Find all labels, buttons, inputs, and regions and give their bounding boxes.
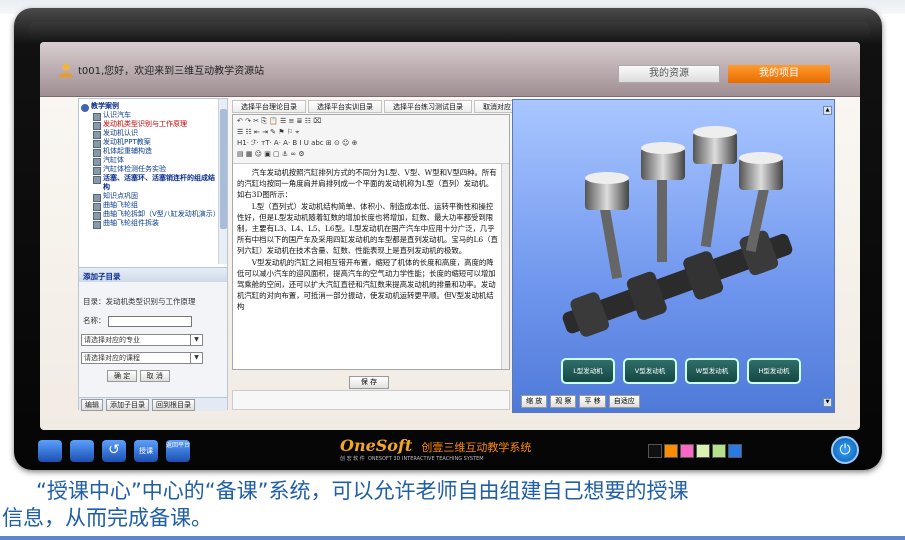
- toolbar-row[interactable]: ▤ ▦ ☺ ▣ ▢ ⚓ ∞ ⚙: [237, 149, 505, 160]
- scroll-up-icon[interactable]: ▲: [823, 106, 832, 115]
- confirm-button[interactable]: 确 定: [107, 370, 138, 382]
- editor-scrollbar[interactable]: [501, 164, 509, 369]
- rich-text-editor[interactable]: ↶ ↷ ✂ ⎘ 📋 ☰ ≡ ≣ ☷ ⌧ ☰ ☷ ⇤ ⇥ ✎ ⚑ ⚐ ⌖ H1· …: [232, 114, 510, 370]
- logo-main: OneSoft: [340, 436, 413, 455]
- engine-type-buttons: L型发动机 V型发动机 W型发动机 H型发动机: [561, 358, 801, 384]
- v-engine-button[interactable]: V型发动机: [623, 358, 677, 384]
- tree-item[interactable]: 认识汽车: [81, 111, 217, 121]
- tab-my-resources[interactable]: 我的资源: [618, 65, 720, 83]
- edit-button[interactable]: 编辑: [81, 399, 103, 411]
- logo-chinese: 创壹三维互动教学系统: [421, 441, 532, 454]
- zoom-button[interactable]: 缩 放: [521, 395, 548, 408]
- swatch-green[interactable]: [712, 444, 726, 458]
- catalog-tree: 教学案例 认识汽车 发动机类型识别与工作原理 发动机认识 发动机PPT教案 机体…: [79, 99, 227, 264]
- editor-paragraph: 汽车发动机按照汽缸排列方式的不同分为L型、V型、W型和V型四种。所有的汽缸均按同…: [237, 168, 497, 200]
- name-label: 名称：: [83, 316, 106, 325]
- form-title: 添加子目录: [79, 268, 227, 282]
- major-select[interactable]: 请选择对应的专业 ▼: [81, 334, 203, 346]
- tree-item-selected[interactable]: 发动机类型识别与工作原理: [81, 120, 217, 130]
- tree-item[interactable]: 曲轴飞轮拆卸（V型八缸发动机演示）: [81, 210, 220, 220]
- course-select[interactable]: 请选择对应的课程 ▼: [81, 352, 203, 364]
- tab-my-projects[interactable]: 我的项目: [728, 65, 830, 83]
- back-to-root-button[interactable]: 回到根目录: [152, 399, 195, 411]
- engine-crankshaft-image: [562, 126, 793, 337]
- theme-swatches: [648, 444, 742, 458]
- tree-root[interactable]: 教学案例: [81, 102, 217, 112]
- bottom-actions: 编辑 添加子目录 回到根目录: [79, 397, 227, 411]
- observe-button[interactable]: 观 察: [550, 395, 577, 408]
- tree-item[interactable]: 发动机PPT教案: [81, 138, 217, 148]
- tree-item[interactable]: 机体起重辅构造: [81, 147, 217, 157]
- cancel-button[interactable]: 取 消: [139, 370, 170, 382]
- viewer-scrollbar[interactable]: ▲ ▼: [823, 106, 832, 407]
- swatch-black[interactable]: [648, 444, 662, 458]
- scroll-thumb[interactable]: [220, 109, 227, 229]
- tree-item[interactable]: 汽缸体检测任务实验: [81, 165, 217, 175]
- toolbar-row[interactable]: ☰ ☷ ⇤ ⇥ ✎ ⚑ ⚐ ⌖: [237, 127, 505, 138]
- app-screen: t001,您好，欢迎来到三维互动教学资源站 我的资源 我的项目 教学案例 认识汽…: [40, 42, 860, 430]
- teach-button[interactable]: 授课: [134, 440, 158, 462]
- editor-paragraph: L型（直列式）发动机结构简单、体积小、制造成本低、运转平衡性和操控性好，但是L型…: [237, 201, 498, 256]
- power-icon[interactable]: ⏻: [831, 436, 859, 464]
- tree-item[interactable]: 曲轴飞轮组件拆装: [81, 219, 217, 229]
- tree-item[interactable]: 知识点巩固: [81, 192, 217, 202]
- bottom-bar: [0, 536, 905, 540]
- caption-line-1: “授课中心”中心的“备课”系统，可以允许老师自由组建自己想要的授课: [36, 479, 689, 503]
- h-engine-button[interactable]: H型发动机: [747, 358, 801, 384]
- caption-line-2: 信息，从而完成备课。: [2, 506, 212, 530]
- welcome-text: t001,您好，欢迎来到三维互动教学资源站: [78, 66, 265, 77]
- tab-training[interactable]: 选择平台实训目录: [308, 100, 382, 113]
- add-subcatalog-form: 添加子目录 目录：发动机类型识别与工作原理 名称： 请选择对应的专业 ▼ 请选择…: [79, 267, 227, 411]
- chevron-down-icon[interactable]: ▼: [190, 335, 202, 345]
- l-engine-button[interactable]: L型发动机: [561, 358, 615, 384]
- toolbar-row[interactable]: ↶ ↷ ✂ ⎘ 📋 ☰ ≡ ≣ ☷ ⌧: [237, 116, 505, 127]
- users-icon[interactable]: [70, 440, 94, 462]
- app-footer: ↺ 授课 返回平台 OneSoft 创壹三维互动教学系统 创 宏 软 件 ONE…: [28, 432, 870, 468]
- tree-item[interactable]: 汽缸体: [81, 156, 217, 166]
- editor-content[interactable]: 汽车发动机按照汽缸排列方式的不同分为L型、V型、W型和V型四种。所有的汽缸均按同…: [237, 167, 499, 367]
- logo-sub-en: ONESOFT 3D INTERACTIVE TEACHING SYSTEM: [367, 456, 484, 462]
- welcome-area: t001,您好，欢迎来到三维互动教学资源站: [58, 62, 264, 77]
- back-icon[interactable]: ↺: [102, 440, 126, 462]
- name-input[interactable]: [107, 315, 192, 327]
- toolbar-row[interactable]: H1· ℱ· ᴛT· A· A· B I U abc ⊞ ⊙ ☺ ⊕: [237, 138, 505, 149]
- tab-theory[interactable]: 选择平台理论目录: [232, 100, 306, 113]
- swatch-light-green[interactable]: [696, 444, 710, 458]
- form-actions: 确 定 取 消: [107, 370, 170, 382]
- save-button[interactable]: 保 存: [349, 376, 389, 389]
- editor-footer-area: [232, 390, 510, 410]
- logo-sub-cn: 创 宏 软 件: [340, 456, 365, 462]
- scroll-down-icon[interactable]: ▼: [823, 398, 832, 407]
- add-subcatalog-button[interactable]: 添加子目录: [106, 399, 149, 411]
- caption: “授课中心”中心的“备课”系统，可以允许老师自由组建自己想要的授课 信息，从而完…: [0, 478, 905, 532]
- tree-item[interactable]: 发动机认识: [81, 129, 217, 139]
- chevron-down-icon[interactable]: ▼: [190, 353, 202, 363]
- editor-toolbar[interactable]: ↶ ↷ ✂ ⎘ 📋 ☰ ≡ ≣ ☷ ⌧ ☰ ☷ ⇤ ⇥ ✎ ⚑ ⚐ ⌖ H1· …: [233, 115, 509, 164]
- tree-scrollbar[interactable]: [218, 99, 227, 264]
- tree-group[interactable]: 活塞、活塞环、活塞销连杆的组成结构: [81, 174, 217, 192]
- editor-paragraph: V型发动机的汽缸之间相互错开布置，缩短了机体的长度和高度，高度的降低可以减小汽车…: [237, 257, 496, 312]
- catalog-label: 目录：发动机类型识别与工作原理: [83, 297, 196, 306]
- user-icon: [58, 63, 74, 77]
- monitor-top-strip: [28, 22, 870, 40]
- tree-item[interactable]: 曲轴飞轮组: [81, 201, 217, 211]
- app-header: t001,您好，欢迎来到三维互动教学资源站 我的资源 我的项目: [40, 42, 860, 97]
- 3d-viewer[interactable]: L型发动机 V型发动机 W型发动机 H型发动机 缩 放 观 察 平 移 自适应 …: [512, 99, 835, 413]
- onesoft-logo: OneSoft 创壹三维互动教学系统 创 宏 软 件 ONESOFT 3D IN…: [340, 436, 580, 466]
- course-select-value: 请选择对应的课程: [84, 354, 140, 362]
- swatch-pink[interactable]: [680, 444, 694, 458]
- viewer-controls: 缩 放 观 察 平 移 自适应: [521, 395, 640, 408]
- name-row: 名称：: [83, 315, 192, 327]
- w-engine-button[interactable]: W型发动机: [685, 358, 739, 384]
- desktop-icon[interactable]: [38, 440, 62, 462]
- major-select-value: 请选择对应的专业: [84, 336, 140, 344]
- left-panel: 教学案例 认识汽车 发动机类型识别与工作原理 发动机认识 发动机PPT教案 机体…: [78, 98, 228, 411]
- tab-test[interactable]: 选择平台练习测试目录: [384, 100, 472, 113]
- fit-button[interactable]: 自适应: [608, 395, 640, 408]
- swatch-orange[interactable]: [664, 444, 678, 458]
- return-platform-button[interactable]: 返回平台: [166, 440, 190, 462]
- swatch-blue[interactable]: [728, 444, 742, 458]
- pan-button[interactable]: 平 移: [579, 395, 606, 408]
